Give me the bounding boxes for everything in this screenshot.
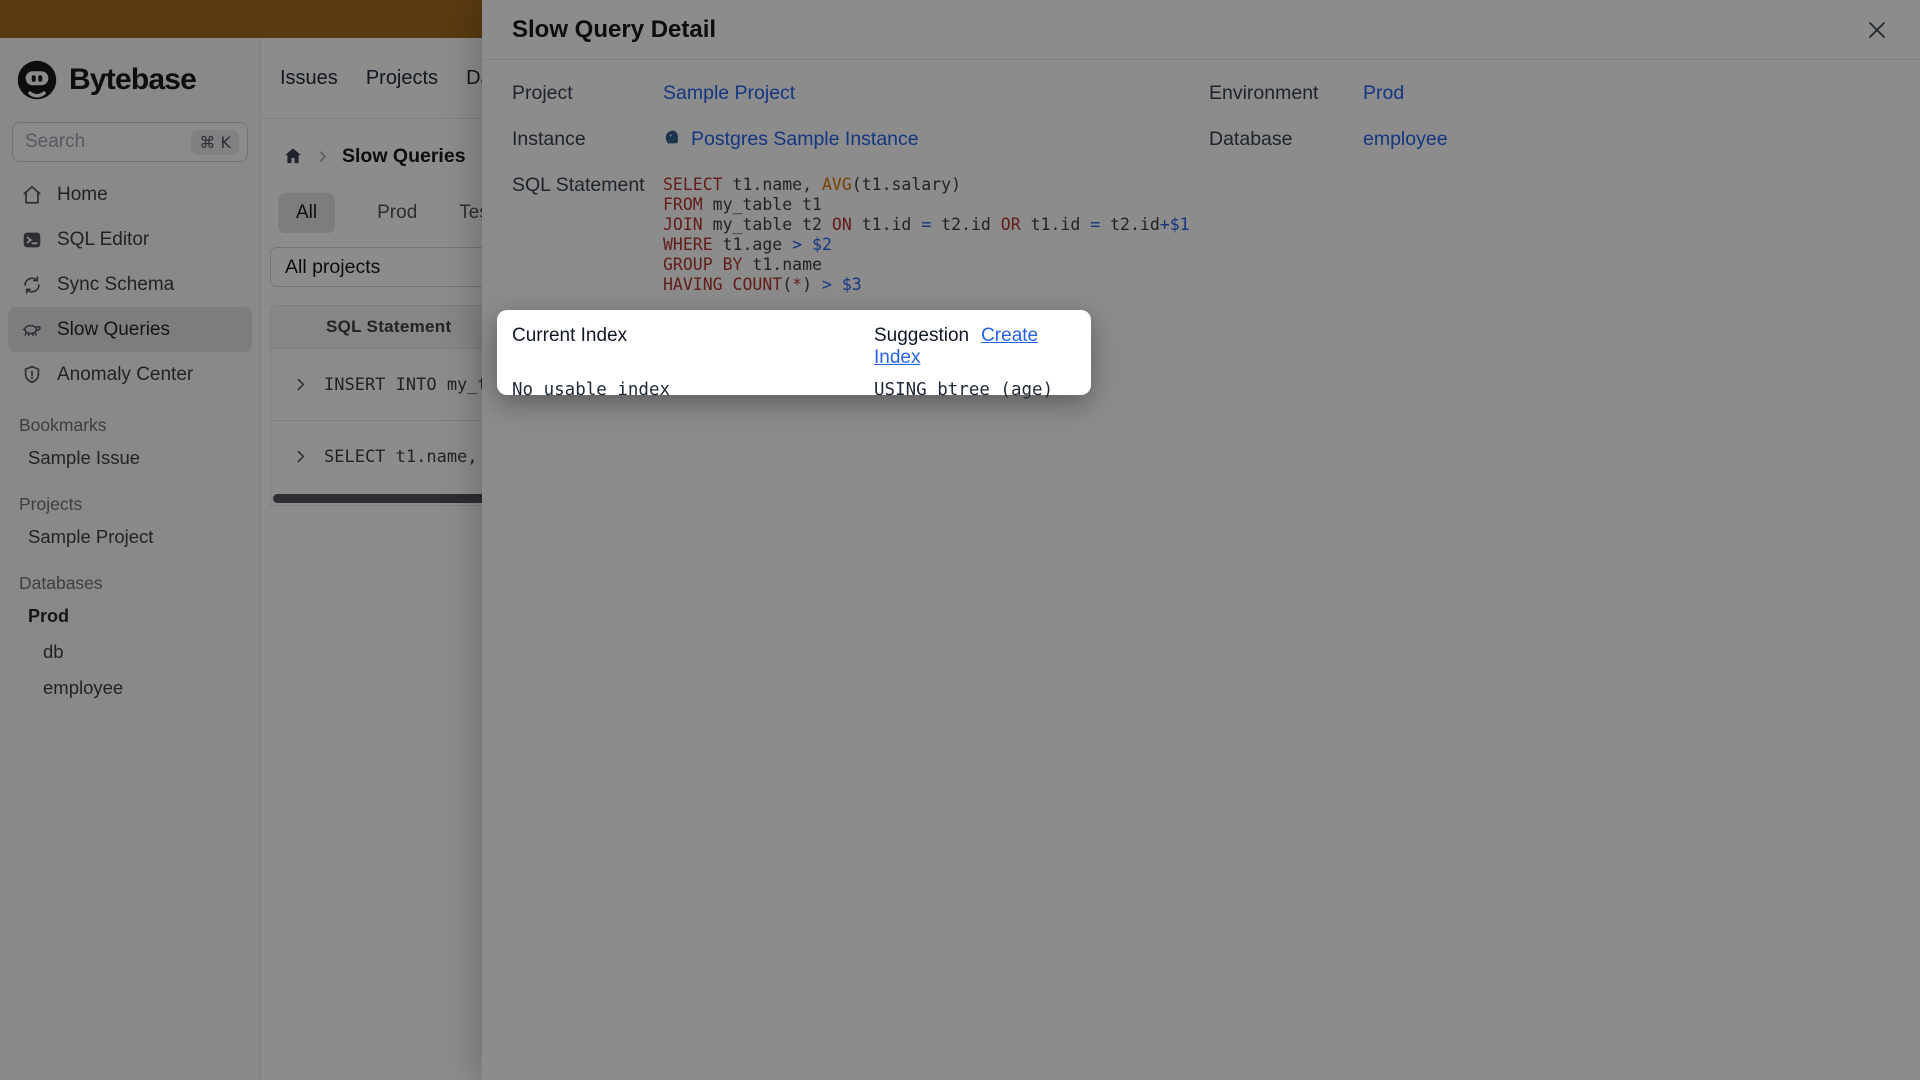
current-index-value: No usable index	[512, 380, 671, 400]
suggestion-label: Suggestion	[874, 325, 970, 346]
app-screen: Bytebase ⌘ K Home SQL Editor Sync Schema…	[0, 0, 1920, 1080]
index-suggestion-popover: Current Index Suggestion Create Index No …	[497, 310, 1091, 400]
dim-overlay	[0, 0, 1920, 1080]
current-index-label: Current Index	[512, 325, 628, 346]
suggestion-value: USING btree (age)	[874, 380, 1054, 400]
